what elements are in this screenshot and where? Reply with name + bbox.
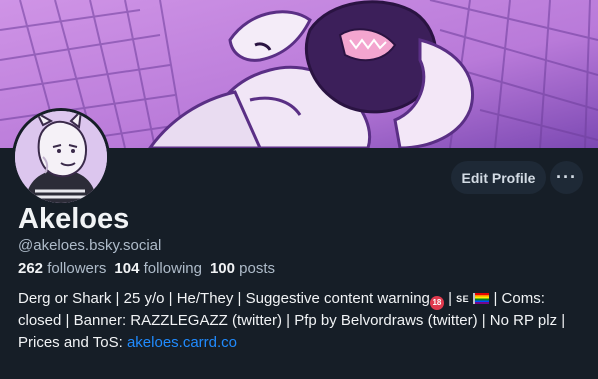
profile-bio: Derg or Shark | 25 y/o | He/They | Sugge… [18, 288, 592, 354]
following-label: following [143, 260, 202, 277]
display-name: Akeloes [18, 203, 130, 235]
ellipsis-icon: ··· [556, 167, 577, 187]
followers-label: followers [47, 260, 107, 277]
se-badge: SE [456, 294, 470, 304]
posts-label: posts [239, 260, 276, 277]
following-count: 104 [114, 260, 140, 277]
following-stat[interactable]: 104 following [114, 259, 202, 279]
posts-stat: 100 posts [210, 259, 275, 279]
edit-profile-button[interactable]: Edit Profile [451, 161, 546, 194]
bio-separator: | [443, 290, 457, 307]
bio-link[interactable]: akeloes.carrd.co [127, 334, 237, 351]
bio-text-1: Derg or Shark | 25 y/o | He/They | Sugge… [18, 290, 430, 307]
rainbow-flag-icon [473, 293, 490, 304]
avatar-image [15, 111, 107, 203]
avatar[interactable] [12, 108, 110, 206]
followers-stat[interactable]: 262 followers [18, 259, 106, 279]
posts-count: 100 [209, 260, 235, 277]
followers-count: 262 [18, 260, 44, 277]
no-under-18-icon: 18 [429, 296, 444, 310]
more-options-button[interactable]: ··· [550, 161, 583, 194]
profile-stats: 262 followers 104 following 100 posts [18, 259, 275, 279]
handle: @akeloes.bsky.social [18, 237, 162, 254]
